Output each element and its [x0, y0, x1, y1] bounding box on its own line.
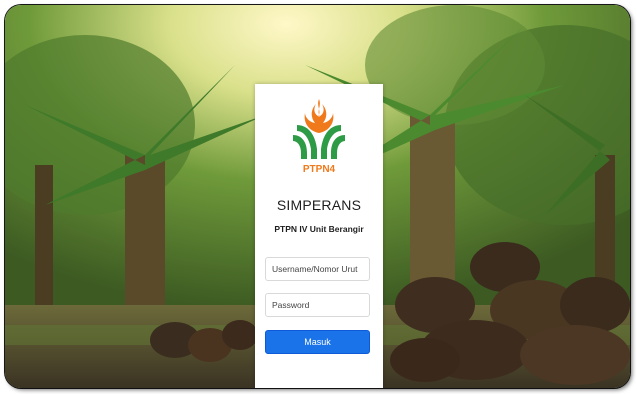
- ptpn4-logo: PTPN4: [293, 99, 345, 175]
- login-card: PTPN4 SIMPERANS PTPN IV Unit Berangir Ma…: [255, 84, 383, 388]
- logo-text: PTPN4: [303, 164, 336, 175]
- unit-subtitle: PTPN IV Unit Berangir: [274, 224, 364, 234]
- app-title: SIMPERANS: [276, 197, 362, 213]
- password-input[interactable]: [265, 293, 370, 317]
- login-button[interactable]: Masuk: [265, 330, 370, 354]
- username-input[interactable]: [265, 257, 370, 281]
- screenshot-frame: PTPN4 SIMPERANS PTPN IV Unit Berangir Ma…: [5, 5, 630, 388]
